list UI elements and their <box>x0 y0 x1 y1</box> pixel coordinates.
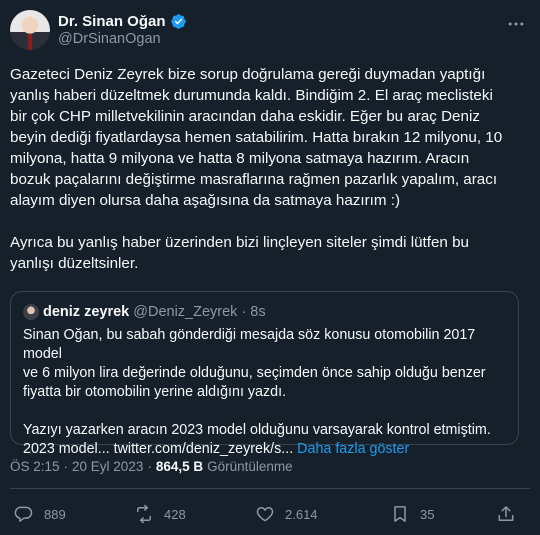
display-name[interactable]: Dr. Sinan Oğan <box>58 13 166 30</box>
action-bar: 889 428 2.614 35 <box>14 502 524 526</box>
meta-separator: · <box>63 459 69 474</box>
like-count: 2.614 <box>285 506 318 522</box>
like-button[interactable]: 2.614 <box>255 502 318 526</box>
views-label: Görüntülenme <box>207 459 293 474</box>
tweet: Dr. Sinan Oğan @DrSinanOgan Gazeteci Den… <box>0 0 540 535</box>
bookmark-icon <box>394 506 406 522</box>
show-more-link[interactable]: Daha fazla göster <box>297 441 409 457</box>
reply-icon <box>14 506 33 522</box>
share-icon <box>498 506 514 521</box>
verified-badge-icon[interactable] <box>170 13 187 30</box>
meta-separator: · <box>147 459 152 474</box>
quoted-avatar <box>23 304 39 320</box>
avatar[interactable] <box>10 10 50 50</box>
reply-button[interactable]: 889 <box>14 502 66 526</box>
tweet-meta: ÖS 2:15 · 20 Eyl 2023 · 864,5 B Görüntül… <box>10 459 293 474</box>
handle[interactable]: @DrSinanOgan <box>58 31 161 47</box>
quoted-tweet-body: Sinan Oğan, bu sabah gönderdiği mesajda … <box>23 326 511 459</box>
quoted-time: 8s <box>250 304 266 320</box>
reply-count: 889 <box>44 506 66 522</box>
more-options-icon[interactable] <box>506 14 526 34</box>
tweet-text: Gazeteci Deniz Zeyrek bize sorup doğrula… <box>10 66 503 272</box>
views-count: 864,5 B <box>155 459 204 474</box>
name-row: Dr. Sinan Oğan <box>58 12 187 30</box>
bookmark-count: 35 <box>420 506 435 522</box>
quoted-display-name: deniz zeyrek <box>43 304 130 320</box>
share-button[interactable] <box>496 502 516 526</box>
heart-icon <box>256 507 274 522</box>
retweet-button[interactable]: 428 <box>134 502 186 526</box>
tweet-date[interactable]: 20 Eyl 2023 <box>72 459 143 474</box>
retweet-count: 428 <box>164 506 186 522</box>
quoted-tweet-text: Sinan Oğan, bu sabah gönderdiği mesajda … <box>23 327 491 457</box>
quoted-separator: · <box>241 304 247 320</box>
quoted-tweet[interactable]: deniz zeyrek @Deniz_Zeyrek · 8s Sinan Oğ… <box>10 291 519 457</box>
divider <box>10 488 530 489</box>
quoted-handle: @Deniz_Zeyrek <box>133 304 238 320</box>
retweet-icon <box>137 504 151 524</box>
quoted-tweet-header: deniz zeyrek @Deniz_Zeyrek · 8s <box>23 303 266 321</box>
bookmark-button[interactable]: 35 <box>390 502 434 526</box>
tweet-time[interactable]: ÖS 2:15 <box>10 459 60 474</box>
tweet-header: Dr. Sinan Oğan @DrSinanOgan <box>10 10 530 50</box>
